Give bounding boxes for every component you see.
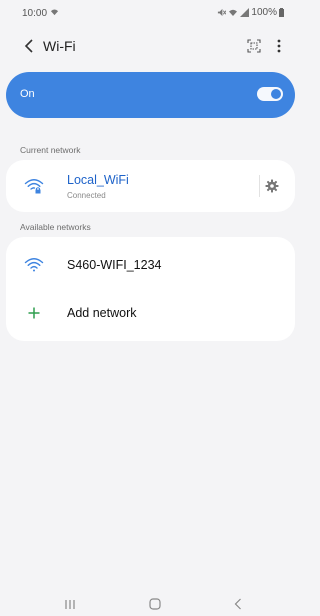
status-time-group: 10:00 <box>22 8 59 19</box>
status-time: 10:00 <box>22 8 48 19</box>
gear-icon[interactable] <box>262 176 282 196</box>
current-network-card: Local_WiFi Connected <box>6 160 295 212</box>
available-networks-label: Available networks <box>20 222 91 232</box>
page-title: Wi-Fi <box>43 38 76 54</box>
back-nav-icon[interactable] <box>226 592 250 616</box>
current-network-name: Local_WiFi <box>67 173 129 187</box>
wifi-icon <box>23 254 45 276</box>
battery-text: 100% <box>251 7 277 18</box>
switch-knob <box>271 89 281 99</box>
wifi-toggle-label: On <box>20 88 35 100</box>
navigation-bar <box>0 592 298 616</box>
qr-scan-icon[interactable] <box>244 36 264 56</box>
recent-apps-icon[interactable] <box>58 592 82 616</box>
available-network-row[interactable]: S460-WIFI_1234 <box>6 245 295 285</box>
wifi-toggle-bar[interactable]: On <box>6 72 295 118</box>
current-network-row[interactable]: Local_WiFi Connected <box>6 160 295 212</box>
plus-icon <box>23 302 45 324</box>
wifi-icon <box>228 8 238 17</box>
current-network-status: Connected <box>67 191 106 200</box>
available-networks-card: S460-WIFI_1234 Add network <box>6 237 295 341</box>
mute-icon <box>217 8 227 17</box>
app-bar: Wi-Fi <box>0 30 298 62</box>
current-network-label: Current network <box>20 145 81 155</box>
home-icon[interactable] <box>143 592 167 616</box>
add-network-row[interactable]: Add network <box>6 293 295 333</box>
back-icon[interactable] <box>20 36 38 56</box>
battery-icon <box>279 8 284 17</box>
add-network-label: Add network <box>67 306 137 320</box>
more-icon[interactable] <box>272 36 286 56</box>
status-bar: 10:00 100% <box>0 0 298 24</box>
row-divider <box>259 175 260 197</box>
wifi-icon <box>50 8 59 19</box>
signal-icon <box>240 8 250 17</box>
wifi-switch[interactable] <box>257 87 283 101</box>
wifi-lock-icon <box>23 175 45 197</box>
available-network-name: S460-WIFI_1234 <box>67 258 162 272</box>
status-right-group: 100% <box>217 7 284 18</box>
